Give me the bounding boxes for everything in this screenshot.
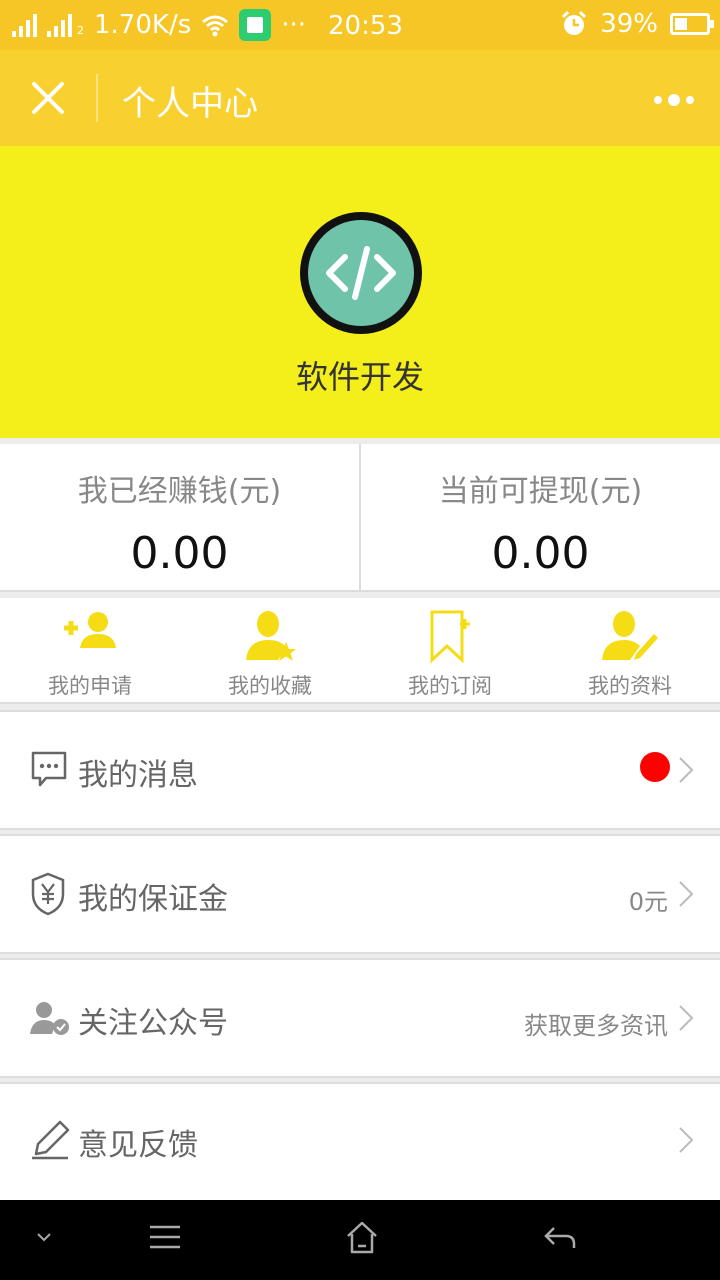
menu-label: 意见反馈 bbox=[78, 1128, 198, 1163]
menu-icon[interactable] bbox=[148, 1224, 182, 1250]
shield-yen-icon bbox=[31, 872, 65, 916]
net-speed: 1.70K/s bbox=[94, 10, 192, 40]
bookmark-plus-icon bbox=[430, 610, 470, 664]
menu-item-messages[interactable]: 我的消息 bbox=[0, 710, 720, 830]
chevron-down-icon[interactable] bbox=[36, 1232, 52, 1244]
menu-label: 关注公众号 bbox=[78, 1006, 228, 1041]
menu-item-deposit[interactable]: 我的保证金 0元 bbox=[0, 834, 720, 954]
chevron-right-icon bbox=[679, 1127, 694, 1153]
action-label: 我的订阅 bbox=[408, 674, 492, 698]
page-title: 个人中心 bbox=[122, 84, 258, 124]
close-icon[interactable] bbox=[30, 80, 66, 116]
action-label: 我的申请 bbox=[48, 674, 132, 698]
system-nav-bar bbox=[0, 1200, 720, 1280]
home-icon[interactable] bbox=[344, 1220, 380, 1256]
my-applications-button[interactable]: 我的申请 bbox=[0, 598, 180, 702]
battery-percent: 39% bbox=[600, 9, 658, 39]
wifi-icon bbox=[202, 15, 229, 37]
profile-header: 软件开发 bbox=[0, 146, 720, 438]
more-notifications-icon: ··· bbox=[281, 10, 307, 40]
chevron-right-icon bbox=[679, 881, 694, 907]
user-star-icon bbox=[246, 611, 296, 661]
menu-label: 我的保证金 bbox=[78, 882, 228, 917]
action-label: 我的收藏 bbox=[228, 674, 312, 698]
withdrawable-value: 0.00 bbox=[491, 528, 590, 579]
title-divider bbox=[96, 74, 98, 122]
more-options-icon[interactable] bbox=[654, 94, 694, 106]
title-bar: 个人中心 bbox=[0, 50, 720, 146]
status-bar: 2 1.70K/s ··· 20:53 39% bbox=[0, 0, 720, 50]
withdrawable-label: 当前可提现(元) bbox=[438, 474, 643, 509]
follow-hint: 获取更多资讯 bbox=[524, 1012, 668, 1040]
signal-2-icon: 2 bbox=[47, 13, 84, 37]
my-favorites-button[interactable]: 我的收藏 bbox=[180, 598, 360, 702]
code-icon bbox=[326, 246, 396, 300]
action-label: 我的资料 bbox=[588, 674, 672, 698]
back-icon[interactable] bbox=[542, 1224, 578, 1252]
earnings-panel: 我已经赚钱(元) 0.00 当前可提现(元) 0.00 bbox=[0, 444, 720, 592]
user-edit-icon bbox=[602, 611, 658, 660]
profile-name: 软件开发 bbox=[295, 358, 424, 396]
my-profile-button[interactable]: 我的资料 bbox=[540, 598, 720, 702]
menu-item-feedback[interactable]: 意见反馈 bbox=[0, 1082, 720, 1200]
clock: 20:53 bbox=[328, 11, 403, 41]
add-user-icon bbox=[64, 612, 116, 648]
chevron-right-icon bbox=[679, 1005, 694, 1031]
user-check-icon bbox=[30, 1002, 69, 1035]
my-subscriptions-button[interactable]: 我的订阅 bbox=[360, 598, 540, 702]
avatar[interactable] bbox=[300, 212, 422, 334]
chevron-right-icon bbox=[679, 757, 694, 783]
pen-icon bbox=[32, 1120, 70, 1160]
battery-icon bbox=[670, 13, 714, 35]
earned-label: 我已经赚钱(元) bbox=[77, 474, 282, 509]
menu-item-follow-account[interactable]: 关注公众号 获取更多资讯 bbox=[0, 958, 720, 1078]
earned-total[interactable]: 我已经赚钱(元) 0.00 bbox=[0, 444, 359, 590]
message-icon bbox=[31, 751, 67, 787]
withdrawable[interactable]: 当前可提现(元) 0.00 bbox=[359, 444, 720, 590]
unread-badge bbox=[640, 752, 670, 782]
app-notification-icon bbox=[239, 9, 272, 41]
alarm-icon bbox=[562, 10, 587, 35]
earned-value: 0.00 bbox=[130, 528, 229, 579]
signal-1-icon bbox=[12, 13, 37, 37]
menu-label: 我的消息 bbox=[78, 758, 198, 793]
quick-actions: 我的申请 我的收藏 我的订阅 我的资料 bbox=[0, 598, 720, 704]
deposit-amount: 0元 bbox=[628, 888, 668, 916]
